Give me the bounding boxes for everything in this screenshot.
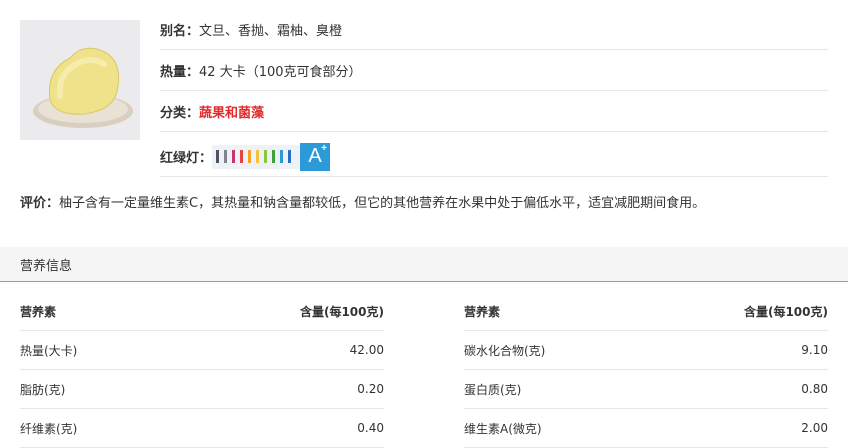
traffic-light-scale: [212, 144, 307, 169]
table-header-row: 营养素 含量(每100克): [20, 293, 384, 331]
alias-label: 别名：: [160, 24, 200, 39]
header-amount: 含量(每100克): [743, 305, 828, 319]
table-row: 蛋白质(克) 0.80: [464, 370, 828, 409]
nutrient-value: 2.00: [801, 421, 828, 435]
table-row: 脂肪(克) 0.20: [20, 370, 384, 409]
alias-row: 别名： 文旦、香抛、霜柚、臭橙: [160, 10, 828, 50]
grade-plus: +: [321, 142, 328, 154]
nutrition-table-right: 营养素 含量(每100克) 碳水化合物(克) 9.10 蛋白质(克) 0.80 …: [464, 293, 828, 448]
category-label: 分类：: [160, 106, 200, 121]
scale-bar: [216, 150, 220, 163]
scale-bar: [256, 150, 260, 163]
alias-value: 文旦、香抛、霜柚、臭橙: [199, 24, 343, 39]
nutrition-section-title: 营养信息: [20, 258, 73, 274]
scale-bar: [224, 150, 228, 163]
header-nutrient: 营养素: [464, 305, 501, 319]
food-image: [20, 20, 140, 140]
nutrient-value: 0.20: [357, 382, 384, 396]
calorie-value: 42 大卡（100克可食部分）: [199, 65, 362, 80]
nutrient-name: 碳水化合物(克): [464, 343, 546, 358]
nutrient-value: 9.10: [801, 343, 828, 357]
scale-bar: [272, 150, 276, 163]
category-row: 分类： 蔬果和菌藻: [160, 92, 828, 132]
scale-bar: [264, 150, 268, 163]
header-amount: 含量(每100克): [299, 305, 384, 319]
scale-bar: [232, 150, 236, 163]
grade-letter: A: [308, 145, 322, 167]
table-row: 纤维素(克) 0.40: [20, 409, 384, 448]
evaluation-text: 柚子含有一定量维生素C，其热量和钠含量都较低，但它的其他营养在水果中处于偏低水平…: [59, 196, 706, 211]
nutrient-value: 42.00: [349, 343, 384, 357]
table-row: 碳水化合物(克) 9.10: [464, 331, 828, 370]
nutrient-value: 0.40: [357, 421, 384, 435]
nutrient-name: 纤维素(克): [20, 421, 78, 436]
calorie-row: 热量： 42 大卡（100克可食部分）: [160, 51, 828, 91]
scale-bar: [248, 150, 252, 163]
calorie-label: 热量：: [160, 65, 200, 80]
traffic-light-row: 红绿灯： A +: [160, 137, 828, 177]
nutrient-value: 0.80: [801, 382, 828, 396]
nutrient-name: 维生素A(微克): [464, 421, 542, 436]
scale-bar: [288, 150, 292, 163]
evaluation: 评价：柚子含有一定量维生素C，其热量和钠含量都较低，但它的其他营养在水果中处于偏…: [20, 194, 830, 214]
category-link[interactable]: 蔬果和菌藻: [199, 102, 264, 121]
grade-badge: A +: [300, 142, 331, 171]
nutrient-name: 脂肪(克): [20, 382, 66, 397]
nutrition-section-header: 营养信息: [0, 247, 848, 282]
nutrient-name: 蛋白质(克): [464, 382, 522, 397]
nutrient-name: 热量(大卡): [20, 343, 78, 358]
evaluation-label: 评价：: [20, 196, 60, 211]
nutrition-table-left: 营养素 含量(每100克) 热量(大卡) 42.00 脂肪(克) 0.20 纤维…: [20, 293, 384, 448]
header-nutrient: 营养素: [20, 305, 57, 319]
table-header-row: 营养素 含量(每100克): [464, 293, 828, 331]
scale-bar: [240, 150, 244, 163]
pomelo-on-plate-icon: [33, 47, 133, 128]
scale-bar: [280, 150, 284, 163]
table-row: 维生素A(微克) 2.00: [464, 409, 828, 448]
traffic-light-label: 红绿灯：: [160, 151, 213, 166]
table-row: 热量(大卡) 42.00: [20, 331, 384, 370]
